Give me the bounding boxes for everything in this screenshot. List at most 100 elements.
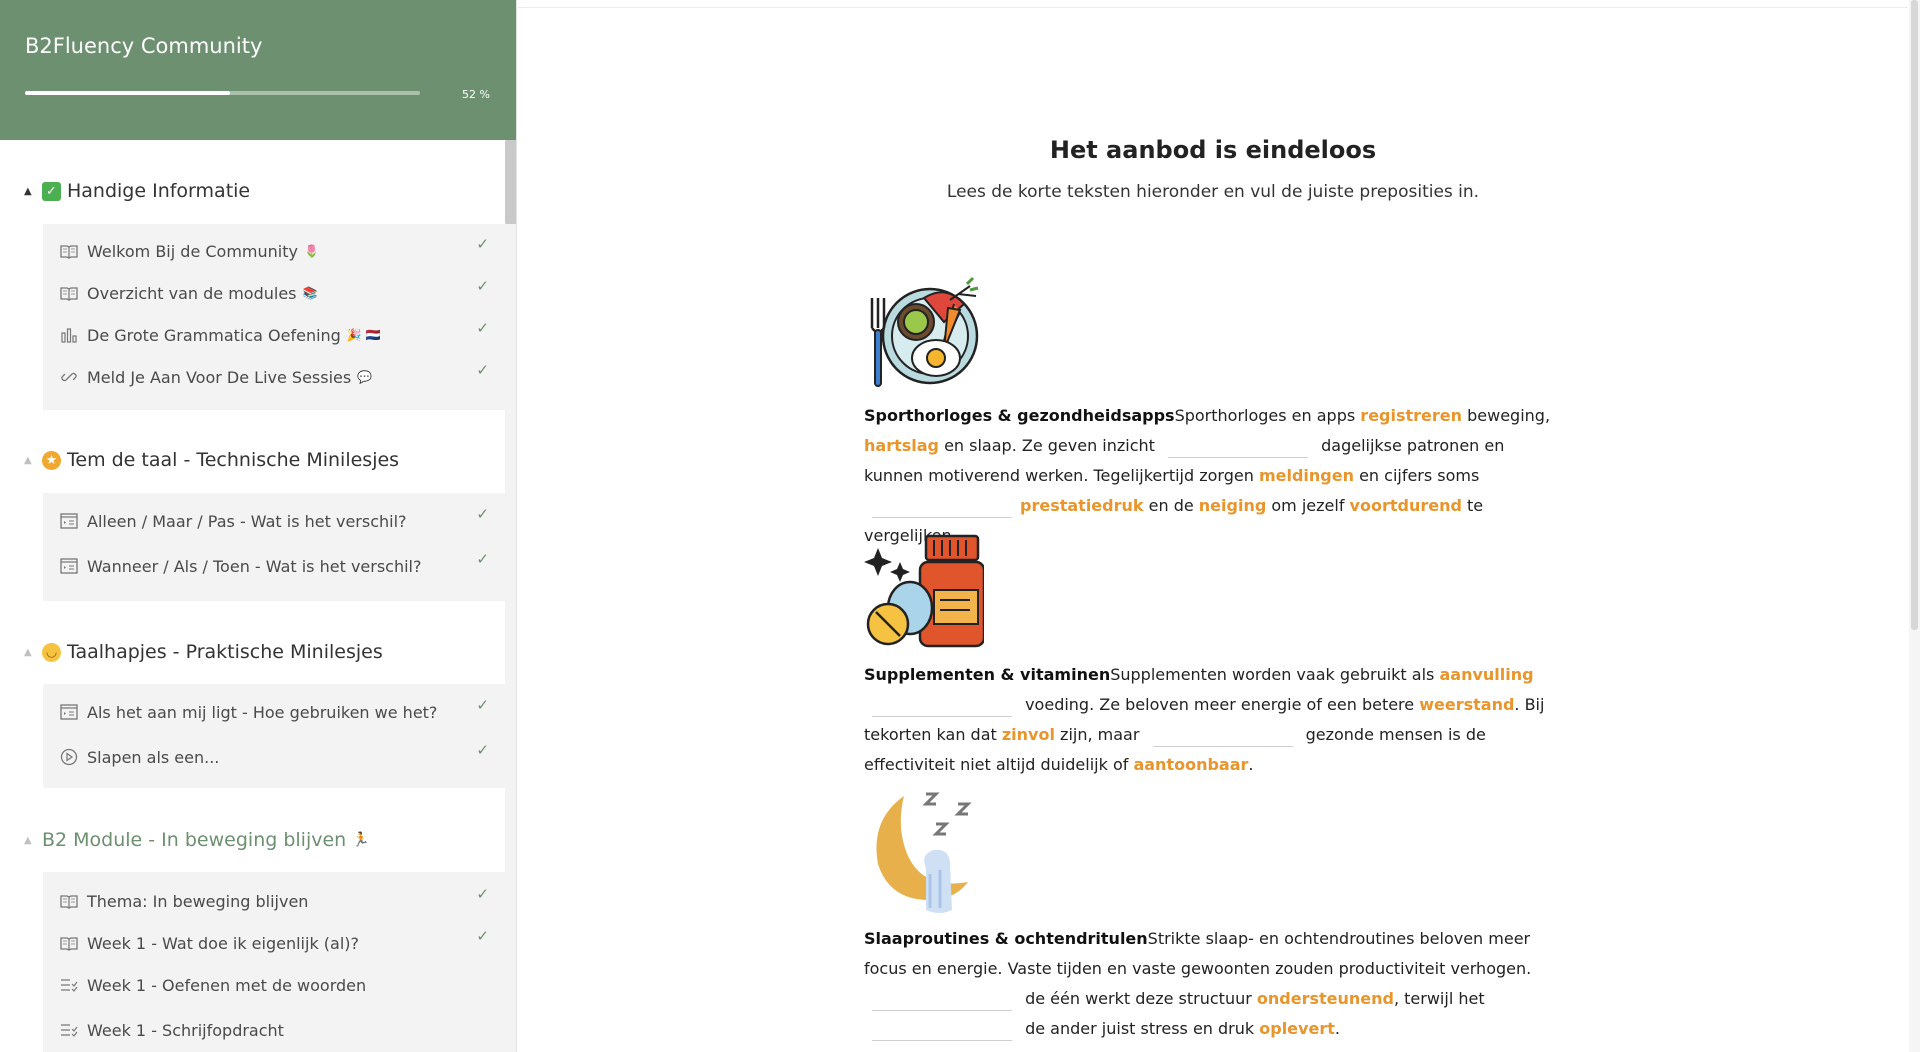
community-title[interactable]: B2Fluency Community (25, 34, 262, 58)
list-item[interactable]: Meld Je Aan Voor De Live Sessies 💬 ✓ (59, 361, 499, 389)
runner-emoji: 🏃 (352, 832, 370, 848)
book-icon (59, 892, 79, 910)
text: en de (1143, 496, 1199, 515)
section-title: Taalhapjes - Praktische Minilesjes (67, 641, 383, 663)
text: . (1334, 1019, 1340, 1038)
text: Supplementen worden vaak gebruikt als (1110, 665, 1440, 684)
blank-input[interactable] (1168, 436, 1309, 458)
list-item[interactable]: Overzicht van de modules 📚 ✓ (59, 277, 499, 305)
section-title: B2 Module - In beweging blijven (42, 829, 347, 851)
caret-up-icon[interactable]: ▲ (24, 186, 42, 197)
play-icon (59, 748, 79, 766)
text: om jezelf (1266, 496, 1350, 515)
sidebar-header: B2Fluency Community 52 % (0, 0, 516, 140)
sidebar: B2Fluency Community 52 % ▲ ✓ Handige Inf… (0, 0, 517, 1052)
text: Sporthorloges en apps (1174, 406, 1361, 425)
section-title: Tem de taal - Technische Minilesjes (67, 449, 400, 471)
highlighted-word: prestatiedruk (1020, 496, 1144, 515)
list-item[interactable]: Week 1 - Wat doe ik eigenlijk (al)? ✓ (59, 927, 499, 955)
list-item[interactable]: Alleen / Maar / Pas - Wat is het verschi… (59, 505, 499, 533)
section-taalhapjes[interactable]: ▲ ◡ Taalhapjes - Praktische Minilesjes (24, 641, 383, 663)
blank-input[interactable] (1152, 725, 1293, 747)
caret-up-icon[interactable]: ▲ (24, 647, 42, 658)
sleeping-moon-illustration (864, 790, 984, 924)
text-block-sporthorloges: Sporthorloges & gezondheidsappsSporthorl… (864, 401, 1564, 551)
highlighted-word: weerstand (1419, 695, 1515, 714)
item-emoji: 🌷 (303, 244, 319, 258)
check-icon: ✓ (476, 550, 489, 568)
highlighted-word: voortdurend (1349, 496, 1462, 515)
section-b2-module[interactable]: ▲ B2 Module - In beweging blijven 🏃 (24, 829, 370, 851)
check-icon: ✓ (476, 927, 489, 945)
item-label: Meld Je Aan Voor De Live Sessies (87, 367, 352, 387)
blank-input[interactable] (872, 496, 1012, 518)
section-title: Handige Informatie (67, 180, 251, 202)
page-subtitle: Lees de korte teksten hieronder en vul d… (946, 182, 1480, 202)
checklist-icon (59, 1021, 79, 1039)
blank-input[interactable] (872, 989, 1012, 1011)
highlighted-word: hartslag (864, 436, 939, 455)
block-heading: Supplementen & vitaminen (864, 665, 1111, 684)
check-icon: ✓ (476, 235, 489, 253)
supplements-illustration (864, 532, 986, 654)
book-icon (59, 242, 79, 260)
section-handige-informatie[interactable]: ▲ ✓ Handige Informatie (24, 180, 250, 202)
sidebar-scrollbar[interactable] (505, 140, 516, 1052)
slides-icon (59, 512, 79, 530)
progress-bar (25, 91, 420, 95)
highlighted-word: ondersteunend (1256, 989, 1394, 1008)
sidebar-scroll-thumb[interactable] (505, 140, 516, 224)
progress-fill (25, 91, 231, 95)
content-scrollbar[interactable] (1909, 0, 1920, 1052)
yum-emoji-icon: ◡ (42, 642, 61, 662)
highlighted-word: neiging (1198, 496, 1267, 515)
list-item[interactable]: Slapen als een... ✓ (59, 741, 499, 769)
list-item[interactable]: Als het aan mij ligt - Hoe gebruiken we … (59, 696, 499, 724)
slides-icon (59, 557, 79, 575)
text: de één werkt deze structuur (1020, 989, 1257, 1008)
item-emoji: 🎉 🇳🇱 (346, 328, 381, 342)
item-label: Wanneer / Als / Toen - Wat is het versch… (87, 556, 422, 576)
section-tem-de-taal[interactable]: ▲ ★ Tem de taal - Technische Minilesjes (24, 449, 399, 471)
star-struck-emoji-icon: ★ (42, 450, 61, 470)
item-label: Week 1 - Oefenen met de woorden (87, 975, 367, 995)
section-items: Als het aan mij ligt - Hoe gebruiken we … (43, 684, 505, 788)
item-emoji: 📚 (302, 286, 318, 300)
caret-up-icon[interactable]: ▲ (24, 455, 42, 466)
list-item[interactable]: Week 1 - Schrijfopdracht (59, 1018, 499, 1042)
list-item[interactable]: Wanneer / Als / Toen - Wat is het versch… (59, 550, 499, 578)
chart-icon (59, 326, 79, 344)
checklist-icon (59, 976, 79, 994)
highlighted-word: aanvulling (1439, 665, 1534, 684)
text-block-slaaproutines: Slaaproutines & ochtendritulenStrikte sl… (864, 924, 1564, 1044)
check-icon: ✓ (476, 361, 489, 379)
page-title: Het aanbod is eindeloos (1049, 136, 1377, 164)
highlighted-word: registreren (1360, 406, 1463, 425)
food-plate-illustration (864, 274, 984, 396)
check-box-icon: ✓ (42, 181, 61, 201)
text-block-supplementen: Supplementen & vitaminenSupplementen wor… (864, 660, 1564, 780)
content-scroll-thumb[interactable] (1911, 0, 1918, 630)
text: en slaap. Ze geven inzicht (938, 436, 1161, 455)
check-icon: ✓ (476, 277, 489, 295)
list-item[interactable]: Welkom Bij de Community 🌷 ✓ (59, 235, 499, 263)
block-heading: Sporthorloges & gezondheidsapps (864, 406, 1175, 425)
link-icon (59, 368, 79, 386)
check-icon: ✓ (476, 696, 489, 714)
blank-input[interactable] (872, 1019, 1012, 1041)
list-item[interactable]: Thema: In beweging blijven ✓ (59, 885, 499, 913)
item-label: Week 1 - Schrijfopdracht (87, 1020, 284, 1040)
slides-icon (59, 703, 79, 721)
check-icon: ✓ (476, 885, 489, 903)
check-icon: ✓ (476, 319, 489, 337)
list-item[interactable]: Week 1 - Oefenen met de woorden (59, 973, 499, 997)
item-label: Overzicht van de modules (87, 283, 297, 303)
list-item[interactable]: De Grote Grammatica Oefening 🎉 🇳🇱 ✓ (59, 319, 499, 347)
book-icon (59, 284, 79, 302)
highlighted-word: oplevert (1259, 1019, 1335, 1038)
blank-input[interactable] (872, 695, 1012, 717)
text: . (1248, 755, 1254, 774)
text: beweging, (1462, 406, 1551, 425)
item-label: Als het aan mij ligt - Hoe gebruiken we … (87, 702, 438, 722)
caret-up-icon[interactable]: ▲ (24, 835, 42, 846)
